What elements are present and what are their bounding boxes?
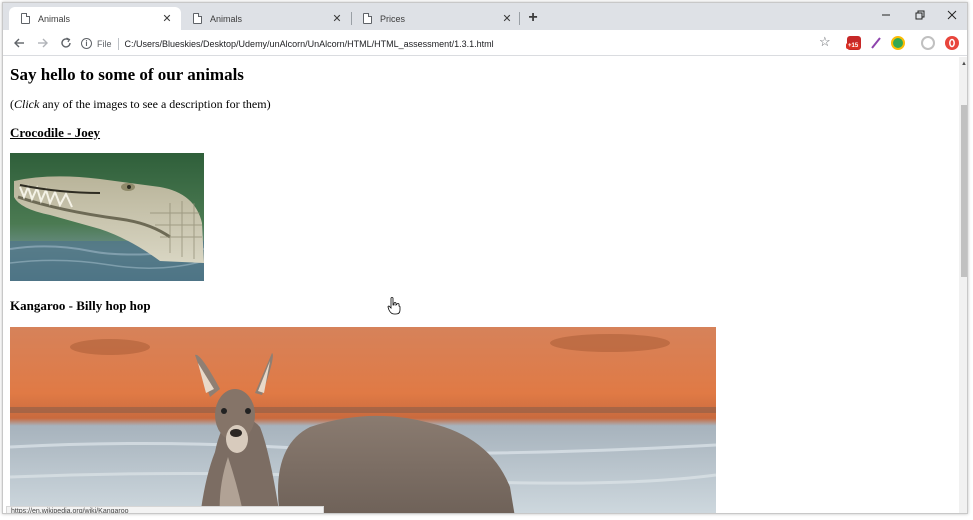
info-icon[interactable]: i (81, 38, 92, 49)
crocodile-link[interactable]: Crocodile - Joey (10, 125, 100, 141)
tab-separator (519, 12, 520, 25)
back-button[interactable] (9, 33, 29, 53)
url-text[interactable]: C:/Users/Blueskies/Desktop/Udemy/unAlcor… (125, 39, 494, 49)
close-icon (947, 10, 957, 20)
forward-button[interactable] (33, 33, 53, 53)
close-icon[interactable]: ✕ (159, 11, 175, 27)
intro-emphasis: Click (14, 97, 40, 111)
scroll-up-arrow-icon[interactable]: ▲ (961, 61, 967, 67)
window-close-button[interactable] (937, 5, 967, 25)
scroll-thumb[interactable] (961, 105, 967, 277)
forward-arrow-icon (38, 38, 48, 48)
tab-title: Prices (380, 13, 406, 24)
bookmark-star-icon[interactable]: ☆ (819, 34, 831, 50)
extension-badge: +15 (846, 43, 861, 49)
reload-button[interactable] (56, 33, 76, 53)
restore-button[interactable] (905, 5, 935, 25)
page-viewport: Say hello to some of our animals (Click … (3, 57, 959, 513)
status-url-bubble: https://en.wikipedia.org/wiki/Kangaroo (6, 506, 324, 513)
color-extension-icon[interactable] (891, 36, 905, 50)
tab-animals-active[interactable]: Animals ✕ (9, 7, 181, 30)
browser-toolbar: i File C:/Users/Blueskies/Desktop/Udemy/… (3, 30, 967, 56)
crocodile-illustration (10, 153, 204, 281)
omnibox-divider (117, 37, 119, 50)
crocodile-photo[interactable] (10, 153, 204, 281)
tab-strip: Animals ✕ Animals ✕ Prices ✕ + (3, 3, 967, 30)
kangaroo-heading: Kangaroo - Billy hop hop (10, 298, 151, 313)
tab-title: Animals (210, 13, 243, 24)
minimize-icon (882, 14, 890, 16)
reload-icon (61, 37, 71, 48)
back-arrow-icon (14, 38, 24, 48)
tab-prices[interactable]: Prices ✕ (351, 7, 521, 30)
opera-extension-icon[interactable] (945, 36, 959, 50)
vertical-scrollbar[interactable]: ▲ (959, 57, 967, 513)
address-bar[interactable]: i File C:/Users/Blueskies/Desktop/Udemy/… (81, 33, 833, 54)
hand-cursor-icon (387, 297, 401, 315)
intro-text: (Click any of the images to see a descri… (10, 97, 271, 112)
page-icon (21, 13, 30, 24)
scheme-label: File (97, 38, 112, 49)
page-heading: Say hello to some of our animals (10, 65, 244, 84)
kangaroo-illustration (10, 327, 716, 513)
pen-extension-icon[interactable] (869, 36, 883, 50)
tab-title: Animals (38, 13, 71, 24)
minimize-button[interactable] (871, 5, 901, 25)
profile-avatar[interactable] (921, 36, 935, 50)
new-tab-button[interactable]: + (524, 9, 542, 27)
kangaroo-photo[interactable] (10, 327, 716, 513)
close-icon[interactable]: ✕ (499, 11, 515, 27)
browser-window: Animals ✕ Animals ✕ Prices ✕ + i File C:… (2, 2, 968, 514)
close-icon[interactable]: ✕ (329, 11, 345, 27)
page-icon (193, 13, 202, 24)
tab-animals[interactable]: Animals ✕ (181, 7, 351, 30)
intro-rest: any of the images to see a description f… (39, 97, 271, 111)
page-icon (363, 13, 372, 24)
restore-icon (915, 10, 925, 20)
